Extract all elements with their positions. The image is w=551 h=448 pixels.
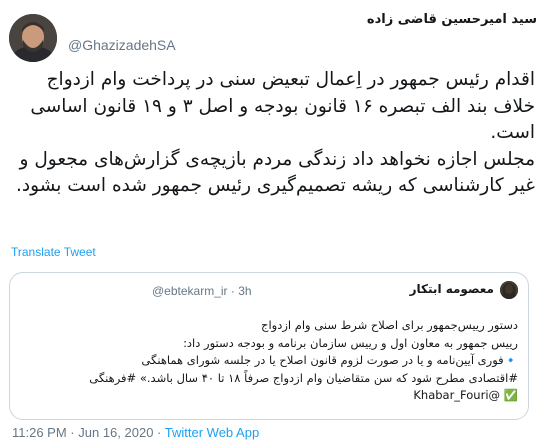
tweet-time[interactable]: 11:26 PM (12, 425, 67, 440)
quoted-tweet[interactable]: معصومه ابتکار @ebtekarm_ir · 3h دستور ری… (9, 272, 529, 420)
quoted-line: 🔹فوری آیین‌نامه و یا در صورت لزوم قانون … (141, 353, 518, 367)
quoted-author-avatar (500, 281, 518, 299)
dot-separator: · (230, 284, 235, 298)
quoted-line: #اقتصادی مطرح شود که سن متقاضیان وام ازد… (89, 370, 518, 385)
translate-tweet-link[interactable]: Translate Tweet (11, 245, 96, 259)
footer-separator: · (66, 425, 79, 440)
quoted-line: دستور رییس‌جمهور برای اصلاح شرط سنی وام … (261, 318, 518, 332)
tweet-paragraph: اقدام رئیس جمهور در اِعمال تبعیض سنی در … (30, 69, 535, 143)
source-app-link[interactable]: Twitter Web App (165, 425, 259, 440)
quoted-author-handle: @ebtekarm_ir (152, 284, 228, 298)
quoted-line: رییس جمهور به معاون اول و رییس سازمان بر… (183, 335, 518, 350)
tweet-header: سید امیرحسین قاضی زاده @GhazizadehSA (0, 10, 551, 62)
quoted-line: ✅ @Khabar_Fouri (413, 388, 518, 402)
tweet-text: اقدام رئیس جمهور در اِعمال تبعیض سنی در … (14, 67, 535, 200)
quoted-author-name: معصومه ابتکار (409, 282, 494, 296)
author-handle[interactable]: @GhazizadehSA (68, 37, 176, 53)
quoted-tweet-text: دستور رییس‌جمهور برای اصلاح شرط سنی وام … (20, 317, 518, 405)
quoted-time: 3h (238, 284, 252, 298)
quoted-author-meta: @ebtekarm_ir · 3h (152, 284, 252, 298)
tweet-date[interactable]: Jun 16, 2020 (78, 425, 153, 440)
footer-separator: · (153, 425, 165, 440)
quoted-tweet-header: معصومه ابتکار @ebtekarm_ir · 3h (10, 279, 528, 299)
tweet-paragraph: مجلس اجازه نخواهد داد زندگی مردم بازیچه‌… (16, 148, 535, 197)
author-avatar[interactable] (9, 14, 57, 62)
author-display-name[interactable]: سید امیرحسین قاضی زاده (77, 12, 537, 27)
tweet-footer: 11:26 PM · Jun 16, 2020 · Twitter Web Ap… (12, 425, 259, 440)
